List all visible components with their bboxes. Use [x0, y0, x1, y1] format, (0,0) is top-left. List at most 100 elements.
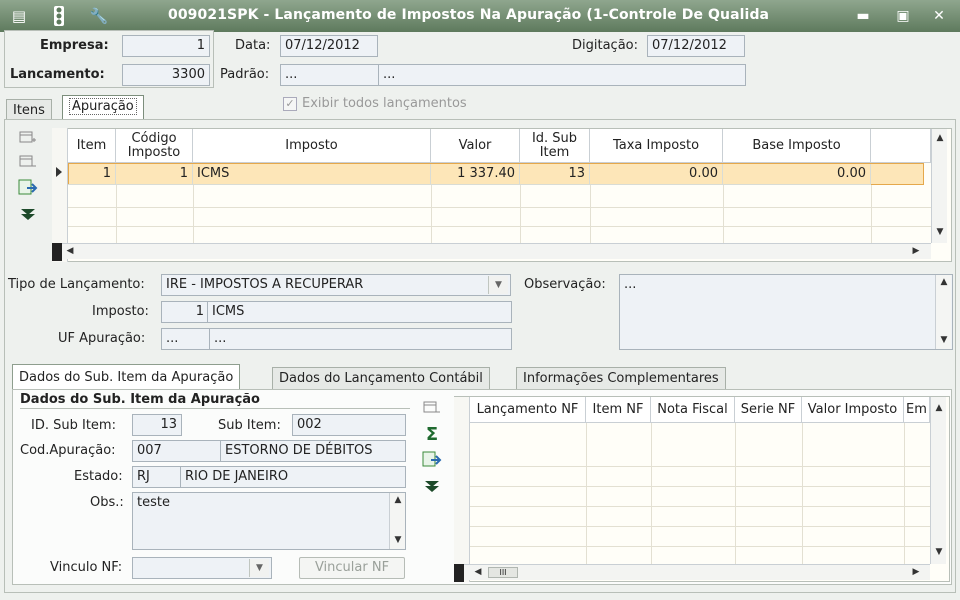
uf-code-field[interactable]: ... [161, 328, 211, 350]
data-field[interactable]: 07/12/2012 [280, 35, 378, 57]
nf-horizontal-scrollbar[interactable]: ◀ III ▶ [464, 564, 930, 580]
observacao-scrollbar[interactable]: ▲ ▼ [935, 275, 951, 349]
observacao-label: Observação: [524, 277, 606, 292]
edit-nf-icon[interactable] [420, 450, 444, 470]
scroll-left-icon[interactable]: ◀ [470, 567, 486, 577]
tipo-select[interactable]: IRE - IMPOSTOS A RECUPERAR [161, 274, 511, 296]
scroll-up-icon[interactable]: ▲ [932, 133, 948, 143]
imposto-desc-field[interactable]: ICMS [207, 301, 512, 323]
scroll-up-icon[interactable]: ▲ [390, 495, 406, 505]
add-row-icon[interactable] [16, 128, 40, 148]
padrao-label: Padrão: [220, 67, 270, 82]
cod-apuracao-desc[interactable]: ESTORNO DE DÉBITOS [220, 440, 406, 462]
grid-line [723, 185, 724, 243]
nf-header-serie[interactable]: Serie NF [735, 397, 802, 423]
nf-header-valor[interactable]: Valor Imposto [802, 397, 904, 423]
edit-row-icon[interactable] [16, 178, 40, 198]
grid-header-item[interactable]: Item [68, 129, 116, 163]
scroll-up-icon[interactable]: ▲ [931, 403, 947, 413]
grid-header-codigo[interactable]: Código Imposto [116, 129, 193, 163]
obs-scrollbar[interactable]: ▲ ▼ [389, 493, 405, 549]
minimize-button[interactable]: ▬ [852, 6, 874, 26]
expand-nf-icon[interactable] [420, 476, 444, 496]
grid-header-imposto[interactable]: Imposto [193, 129, 431, 163]
grid-header-valor[interactable]: Valor [431, 129, 520, 163]
subitem-label: Sub Item: [218, 418, 281, 433]
nf-header-item[interactable]: Item NF [586, 397, 651, 423]
sum-icon[interactable]: Σ [420, 424, 444, 445]
grid-cell-taxa[interactable]: 0.00 [590, 164, 723, 185]
nf-vertical-scrollbar[interactable]: ▲ ▼ [930, 397, 946, 564]
scroll-down-icon[interactable]: ▼ [932, 227, 948, 237]
grid-horizontal-scrollbar[interactable]: ◀ ▶ [62, 243, 931, 259]
nf-header-lancamento[interactable]: Lançamento NF [470, 397, 586, 423]
grid-header-taxa[interactable]: Taxa Imposto [590, 129, 723, 163]
subitem-field[interactable]: 002 [292, 414, 406, 436]
current-row-arrow-icon [56, 167, 62, 177]
section-divider [20, 408, 410, 409]
subtab-dados-subitem[interactable]: Dados do Sub. Item da Apuração [12, 364, 241, 390]
scroll-left-icon[interactable]: ◀ [62, 246, 78, 256]
expand-down-icon[interactable] [16, 204, 40, 224]
grid-cell-item[interactable]: 1 [68, 164, 116, 185]
grid-line [470, 466, 930, 467]
vincular-nf-button[interactable]: Vincular NF [299, 557, 405, 579]
tab-apuracao[interactable]: Apuração [62, 95, 144, 119]
scroll-right-icon[interactable]: ▶ [908, 567, 924, 577]
grid-header-idsub[interactable]: Id. Sub Item [520, 129, 590, 163]
cod-apuracao-field[interactable]: 007 [132, 440, 222, 462]
observacao-textarea[interactable]: ... [619, 274, 953, 350]
close-button[interactable]: ✕ [928, 6, 950, 26]
subtab-lancamento-contabil[interactable]: Dados do Lançamento Contábil [272, 367, 490, 389]
grid-line [470, 526, 930, 527]
obs-textarea[interactable]: teste [132, 492, 406, 550]
window-menu-icon[interactable]: ▤ [8, 5, 30, 27]
empresa-field[interactable]: 1 [122, 35, 210, 57]
scroll-up-icon[interactable]: ▲ [936, 277, 952, 287]
grid-line [802, 423, 803, 564]
tab-apuracao-label: Apuração [69, 98, 137, 115]
grid-line [871, 185, 872, 243]
grid-corner [52, 243, 62, 261]
traffic-light-icon[interactable] [48, 5, 70, 27]
padrao-desc-field[interactable]: ... [378, 64, 746, 86]
vinculo-dropdown-icon[interactable]: ▼ [249, 559, 269, 577]
digitacao-field[interactable]: 07/12/2012 [647, 35, 745, 57]
nf-header-em[interactable]: Em [904, 397, 930, 423]
uf-desc-field[interactable]: ... [209, 328, 512, 350]
grid-line [470, 486, 930, 487]
subtab-informacoes-complementares[interactable]: Informações Complementares [516, 367, 726, 389]
nf-grid-row-indicator [454, 397, 470, 582]
scroll-right-icon[interactable]: ▶ [908, 246, 924, 256]
grid-cell-base[interactable]: 0.00 [723, 164, 871, 185]
grid-cell-idsub[interactable]: 13 [520, 164, 590, 185]
nf-header-nota[interactable]: Nota Fiscal [651, 397, 735, 423]
scroll-thumb[interactable]: III [488, 567, 518, 578]
grid-header-base[interactable]: Base Imposto [723, 129, 871, 163]
scroll-down-icon[interactable]: ▼ [390, 535, 406, 545]
padrao-code-field[interactable]: ... [280, 64, 380, 86]
scroll-down-icon[interactable]: ▼ [936, 335, 952, 345]
grid-cell-codigo[interactable]: 1 [116, 164, 193, 185]
remove-row-icon[interactable] [16, 152, 40, 172]
tipo-dropdown-icon[interactable]: ▼ [488, 276, 508, 294]
estado-desc-field[interactable]: RIO DE JANEIRO [180, 466, 406, 488]
obs-label: Obs.: [90, 495, 124, 510]
remove-nf-icon[interactable] [420, 398, 444, 418]
exibir-checkbox[interactable]: ✓ [283, 97, 297, 111]
maximize-button[interactable]: ▣ [892, 6, 914, 26]
scroll-down-icon[interactable]: ▼ [931, 547, 947, 557]
lancamento-field[interactable]: 3300 [122, 64, 210, 86]
idsub-field[interactable]: 13 [132, 414, 182, 436]
grid-line [193, 185, 194, 243]
vinculo-label: Vinculo NF: [50, 560, 123, 575]
grid-vertical-scrollbar[interactable]: ▲ ▼ [931, 129, 947, 243]
tab-itens[interactable]: Itens [6, 99, 52, 121]
grid-cell-valor[interactable]: 1 337.40 [431, 164, 520, 185]
wrench-icon[interactable]: 🔧 [88, 5, 110, 27]
imposto-code-field[interactable]: 1 [161, 301, 209, 323]
estado-code-field[interactable]: RJ [132, 466, 182, 488]
empresa-label: Empresa: [40, 38, 109, 53]
grid-cell-imposto[interactable]: ICMS [193, 164, 431, 185]
grid-line [586, 423, 587, 564]
